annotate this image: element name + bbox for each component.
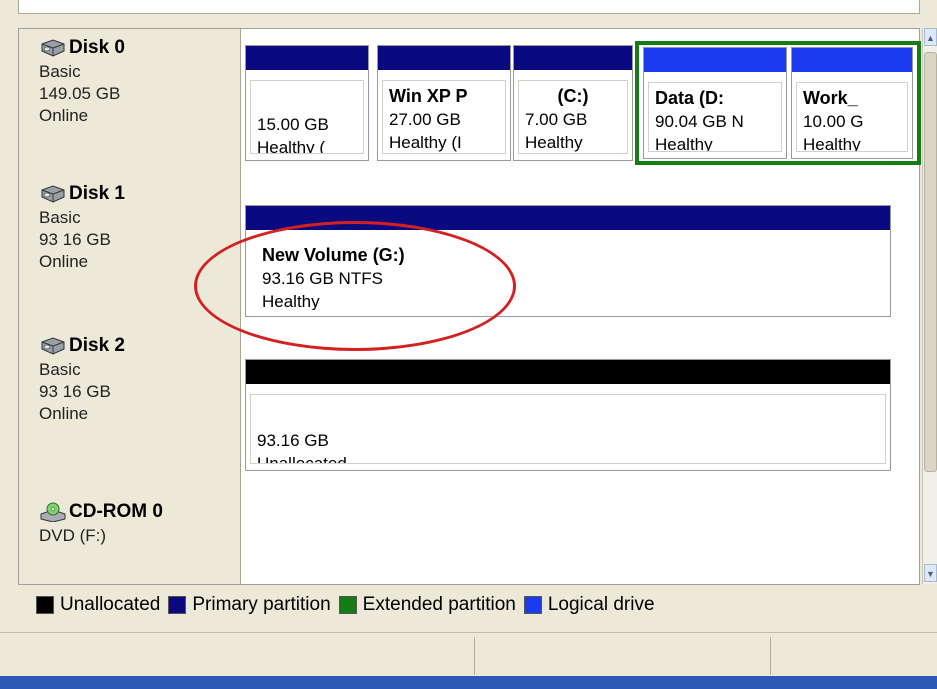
partition-health: Healthy <box>803 135 861 152</box>
cdrom-drive: DVD (F:) <box>39 526 107 545</box>
partition-size: 90.04 GB N <box>655 112 744 131</box>
legend-label: Logical drive <box>547 593 655 615</box>
legend: Unallocated Primary partition Extended p… <box>18 584 920 624</box>
disk-title: Disk 0 <box>69 37 125 58</box>
partition-size: 7.00 GB <box>525 110 588 129</box>
partition-health: Healthy (I <box>389 133 462 152</box>
disk-type: Basic <box>39 360 81 379</box>
partition-name: Work_ <box>803 88 858 108</box>
partition-health: Healthy ( <box>257 138 326 154</box>
vertical-scrollbar[interactable]: ▲ ▼ <box>922 28 937 584</box>
disk-drive-icon <box>41 337 65 355</box>
cdrom-info[interactable]: CD-ROM 0 DVD (F:) <box>19 479 241 585</box>
legend-label: Unallocated <box>60 593 161 615</box>
disk-size: 93 16 GB <box>39 382 111 401</box>
disk-drive-icon <box>41 39 65 57</box>
scroll-down-arrow-icon[interactable]: ▼ <box>924 564 937 582</box>
partition-disk2-1[interactable]: 93.16 GB Unallocated <box>245 359 891 471</box>
partition-health: Healthy <box>655 135 713 152</box>
disk-row-0: Disk 0 Basic 149.05 GB Online 15.00 GB H… <box>19 29 921 170</box>
disk-info-0[interactable]: Disk 0 Basic 149.05 GB Online <box>19 29 241 169</box>
partition-size: 27.00 GB <box>389 110 461 129</box>
legend-label: Primary partition <box>192 593 331 615</box>
partition-disk0-4[interactable]: Data (D: 90.04 GB N Healthy <box>643 47 787 159</box>
disk-info-2[interactable]: Disk 2 Basic 93 16 GB Online <box>19 323 241 479</box>
legend-label: Extended partition <box>362 593 516 615</box>
disk-0-partitions: 15.00 GB Healthy ( Win XP P 27.00 GB Hea… <box>241 29 921 169</box>
scroll-up-arrow-icon[interactable]: ▲ <box>924 28 937 46</box>
logical-drive-bar <box>644 48 786 72</box>
scroll-thumb[interactable] <box>924 52 937 472</box>
disk-size: 149.05 GB <box>39 84 121 103</box>
legend-swatch <box>523 595 542 614</box>
partition-name: Data (D: <box>655 88 725 108</box>
partition-size: 93.16 GB <box>257 431 329 450</box>
legend-swatch <box>36 595 54 614</box>
legend-item-logical: Logical drive <box>523 593 655 616</box>
disk-size: 93 16 GB <box>39 230 111 249</box>
primary-partition-bar <box>378 46 510 70</box>
partition-disk0-3[interactable]: (C:) 7.00 GB Healthy <box>513 45 633 161</box>
logical-drive-bar <box>792 48 912 72</box>
partition-disk0-1[interactable]: 15.00 GB Healthy ( <box>245 45 369 161</box>
status-pane-divider <box>474 637 475 675</box>
disk-title: Disk 2 <box>69 335 125 356</box>
unallocated-bar <box>246 360 890 384</box>
disk-map-pane: Disk 0 Basic 149.05 GB Online 15.00 GB H… <box>18 28 921 585</box>
disk-row-cdrom: CD-ROM 0 DVD (F:) <box>19 479 919 585</box>
taskbar-edge <box>0 676 937 689</box>
legend-item-unallocated: Unallocated <box>36 594 160 616</box>
partition-disk0-5[interactable]: Work_ 10.00 G Healthy <box>791 47 913 159</box>
cdrom-title: CD-ROM 0 <box>69 501 163 522</box>
disk-type: Basic <box>39 208 81 227</box>
partition-size: 10.00 G <box>803 112 864 131</box>
disk-title: Disk 1 <box>69 183 125 204</box>
cdrom-partitions <box>241 479 919 585</box>
partition-name: (C:) <box>557 86 589 106</box>
partition-disk0-2[interactable]: Win XP P 27.00 GB Healthy (I <box>377 45 511 161</box>
partition-health: Unallocated <box>257 454 347 464</box>
legend-item-extended: Extended partition <box>338 593 516 616</box>
upper-pane-edge <box>18 0 920 14</box>
partition-health: Healthy <box>525 133 583 152</box>
disk-status: Online <box>39 106 89 125</box>
top-strip <box>0 0 937 22</box>
cd-rom-icon <box>40 502 66 522</box>
primary-partition-bar <box>514 46 632 70</box>
red-circle-annotation <box>194 221 516 351</box>
partition-size: 15.00 GB <box>257 115 329 134</box>
legend-swatch <box>168 595 187 614</box>
disk-drive-icon <box>41 185 65 203</box>
legend-item-primary: Primary partition <box>168 593 331 616</box>
status-bar <box>0 632 937 676</box>
partition-name: Win XP P <box>389 86 468 106</box>
primary-partition-bar <box>246 46 368 70</box>
disk-status: Online <box>39 404 89 423</box>
disk-type: Basic <box>39 62 81 81</box>
legend-swatch <box>338 595 357 614</box>
status-pane-divider <box>770 637 771 675</box>
disk-row-2: Disk 2 Basic 93 16 GB Online 93.16 GB Un… <box>19 323 919 480</box>
